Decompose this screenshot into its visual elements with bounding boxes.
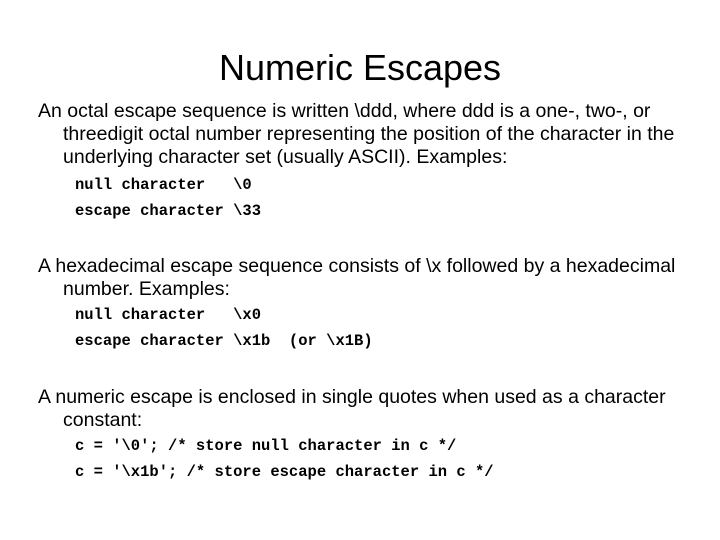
section-octal: An octal escape sequence is written \ddd… <box>38 100 686 224</box>
section-character-constant-examples: c = '\0'; /* store null character in c *… <box>38 433 686 485</box>
code-line: escape character \33 <box>75 202 262 220</box>
section-character-constant: A numeric escape is enclosed in single q… <box>38 386 686 485</box>
section-hexadecimal: A hexadecimal escape sequence consists o… <box>38 255 686 354</box>
section-character-constant-paragraph: A numeric escape is enclosed in single q… <box>38 386 666 431</box>
section-octal-examples: null character \0 escape character \33 <box>38 172 686 224</box>
section-octal-paragraph: An octal escape sequence is written \ddd… <box>38 100 675 168</box>
code-line: null character \0 <box>75 176 252 194</box>
section-hexadecimal-examples: null character \x0 escape character \x1b… <box>38 302 686 354</box>
slide: Numeric Escapes An octal escape sequence… <box>0 0 720 540</box>
code-line: c = '\0'; /* store null character in c *… <box>75 437 457 455</box>
code-line: escape character \x1b (or \x1B) <box>75 332 373 350</box>
page-title: Numeric Escapes <box>218 47 502 88</box>
code-line: null character \x0 <box>75 306 262 324</box>
section-hexadecimal-paragraph: A hexadecimal escape sequence consists o… <box>38 255 676 300</box>
slide-body: An octal escape sequence is written \ddd… <box>38 100 686 485</box>
code-line: c = '\x1b'; /* store escape character in… <box>75 463 494 481</box>
